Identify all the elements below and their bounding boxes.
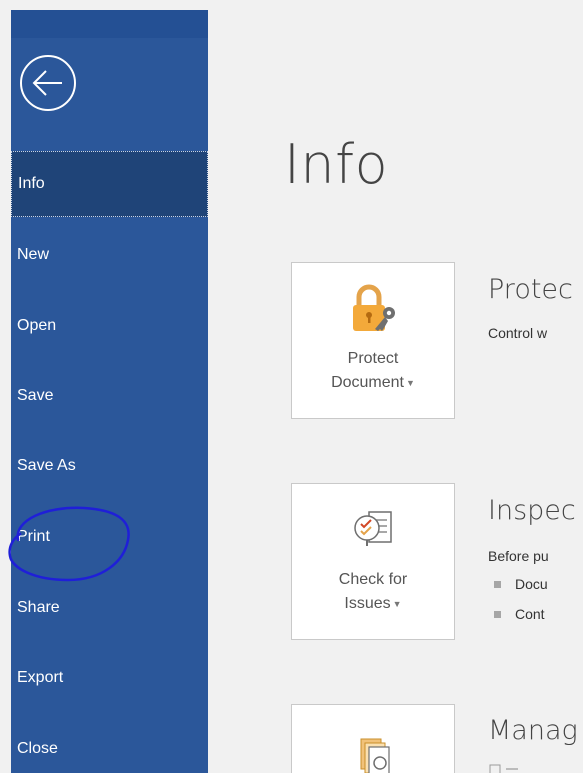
word-backstage-view: Info New Open Save Save As Print Share E… [0, 0, 583, 773]
manage-version-icon-row [488, 762, 548, 773]
nav-item-label: Open [17, 317, 57, 334]
nav-item-label: Close [17, 740, 58, 757]
lock-key-icon [345, 281, 401, 342]
nav-item-label: Save As [17, 457, 76, 474]
dropdown-caret-icon: ▼ [392, 599, 402, 609]
nav-item-close[interactable]: Close [11, 716, 208, 773]
nav-item-label: Info [18, 175, 45, 192]
bullet-text: Docu [515, 576, 548, 592]
nav-item-label: Save [17, 387, 54, 404]
nav-item-open[interactable]: Open [11, 293, 208, 359]
tile-label-line2: Document ▼ [331, 374, 415, 392]
manage-versions-icon [353, 729, 393, 773]
tile-label: Check for Issues ▼ [292, 568, 454, 616]
sidebar-top-band [11, 10, 208, 38]
check-for-issues-button[interactable]: Check for Issues ▼ [291, 483, 455, 640]
manage-section-heading: Manag [488, 715, 578, 746]
tile-label-line1: Check for [338, 571, 408, 588]
nav-item-save[interactable]: Save [11, 363, 208, 429]
bullet-square-icon [494, 610, 501, 618]
back-button[interactable] [17, 52, 79, 114]
inspect-section-heading: Inspec [488, 495, 576, 526]
page-title: Info [284, 133, 389, 196]
bullet-square-icon [494, 580, 501, 588]
tile-label-line1: Protect [347, 350, 399, 367]
nav-item-info[interactable]: Info [11, 151, 208, 217]
nav-item-export[interactable]: Export [11, 645, 208, 711]
inspect-bullet: Docu [494, 576, 548, 592]
bullet-text: Cont [515, 606, 545, 622]
nav-item-share[interactable]: Share [11, 575, 208, 641]
nav-item-save-as[interactable]: Save As [11, 433, 208, 499]
nav-item-new[interactable]: New [11, 222, 208, 288]
protect-section-description: Control w [488, 325, 548, 341]
nav-item-print[interactable]: Print [11, 504, 208, 570]
inspect-section-description: Before pu [488, 548, 549, 564]
protect-document-button[interactable]: Protect Document ▼ [291, 262, 455, 419]
protect-section-heading: Protec [488, 274, 573, 305]
nav-item-label: Export [17, 669, 64, 686]
nav-item-label: Print [17, 528, 50, 545]
nav-item-label: New [17, 246, 50, 263]
tile-label-line2: Issues ▼ [344, 595, 402, 613]
inspect-bullet: Cont [494, 606, 545, 622]
tile-label: Protect Document ▼ [292, 347, 454, 395]
backstage-sidebar: Info New Open Save Save As Print Share E… [11, 10, 208, 773]
nav-item-label: Share [17, 599, 60, 616]
manage-document-button[interactable] [291, 704, 455, 773]
back-arrow-circle-icon [20, 55, 76, 111]
dropdown-caret-icon: ▼ [406, 378, 415, 388]
backstage-main: Info Protect Document ▼ Check for Issues… [208, 10, 583, 773]
check-document-icon [345, 502, 401, 563]
